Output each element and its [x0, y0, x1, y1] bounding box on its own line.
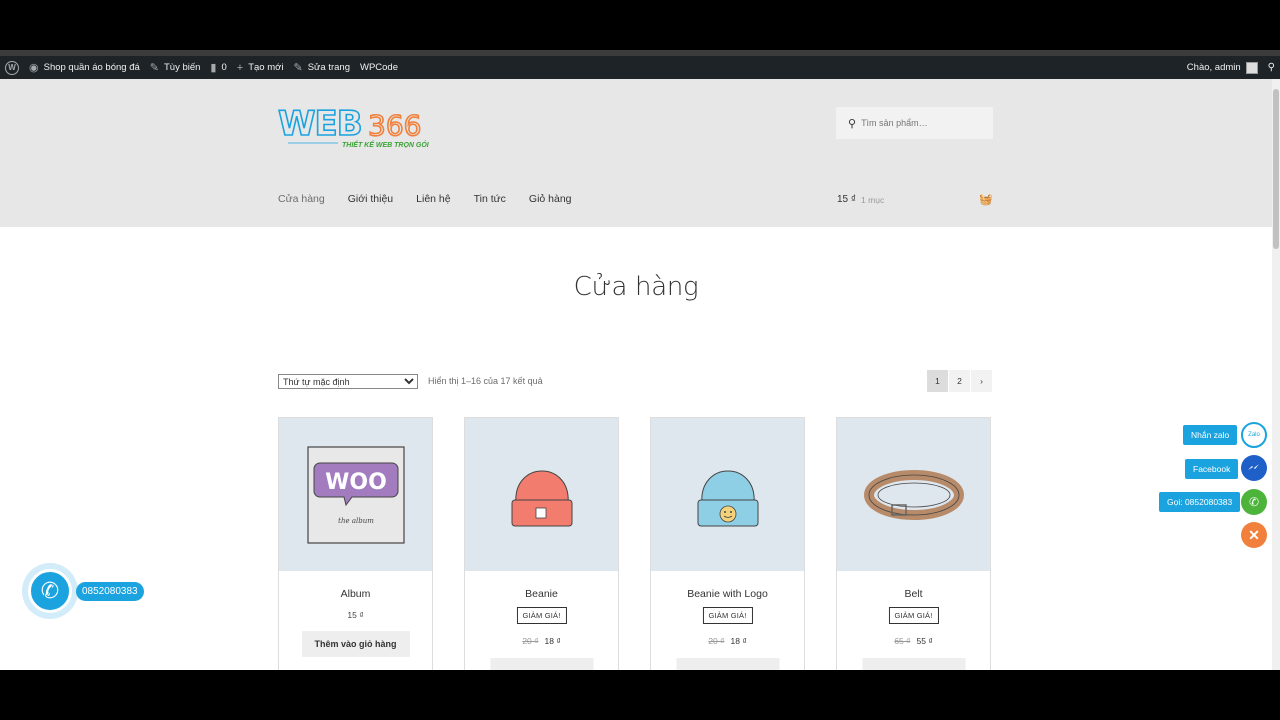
wordpress-icon: W [5, 60, 19, 75]
add-to-cart-button[interactable] [676, 658, 779, 670]
cart-total: 15 ₫ [837, 194, 857, 205]
nav-item-news[interactable]: Tin tức [474, 193, 506, 205]
product-image-album[interactable]: WOO the album [279, 418, 432, 571]
wordpress-logo-button[interactable]: W [0, 56, 24, 79]
product-name[interactable]: Album [279, 588, 432, 600]
admin-bar: W ◉ Shop quần áo bóng đá ✎ Tùy biến ▮ 0 + Tạ… [0, 56, 1280, 79]
zalo-icon[interactable]: Zalo [1241, 422, 1267, 448]
add-to-cart-button[interactable]: Thêm vào giỏ hàng [301, 631, 410, 657]
svg-text:WEB: WEB [278, 104, 362, 144]
nav-item-shop[interactable]: Cửa hàng [278, 193, 325, 205]
call-label[interactable]: Gọi: 0852080383 [1159, 492, 1241, 512]
belt-image [863, 469, 964, 520]
facebook-label[interactable]: Facebook [1185, 459, 1239, 479]
result-count: Hiển thị 1–16 của 17 kết quả [428, 376, 543, 386]
sale-badge: GIẢM GIÁ! [888, 607, 939, 624]
account-menu[interactable]: Chào, admin [1182, 56, 1263, 79]
site-header: WEB 366 THIẾT KẾ WEB TRỌN GÓI ⚲ Cửa hàng… [0, 79, 1272, 227]
browser-viewport: W ◉ Shop quần áo bóng đá ✎ Tùy biến ▮ 0 + Tạ… [0, 50, 1280, 670]
product-image-belt[interactable] [837, 418, 990, 571]
pagination: 1 2 › [927, 370, 992, 392]
scroll-thumb[interactable] [1273, 89, 1279, 249]
admin-search-button[interactable]: ⚲ [1263, 56, 1280, 79]
primary-navigation: Cửa hàng Giới thiệu Liên hệ Tin tức Giỏ … [278, 193, 595, 205]
logo-tagline: THIẾT KẾ WEB TRỌN GÓI [342, 140, 430, 149]
next-page-button[interactable]: › [971, 370, 992, 392]
customize-link[interactable]: ✎ Tùy biến [145, 56, 206, 79]
add-to-cart-button[interactable] [862, 658, 965, 670]
product-search[interactable]: ⚲ [836, 107, 993, 139]
product-card-beanie: Beanie GIẢM GIÁ! 20 ₫ 18 ₫ [464, 417, 619, 670]
add-to-cart-button[interactable] [490, 658, 593, 670]
product-name[interactable]: Beanie with Logo [651, 588, 804, 600]
avatar [1245, 61, 1258, 74]
product-name[interactable]: Beanie [465, 588, 618, 600]
product-card-belt: Belt GIẢM GIÁ! 65 ₫ 55 ₫ [836, 417, 991, 670]
page-title: Cửa hàng [573, 272, 699, 302]
close-icon[interactable]: ✕ [1241, 522, 1267, 548]
page-1[interactable]: 1 [927, 370, 948, 392]
phone-number-badge[interactable]: 0852080383 [76, 582, 144, 601]
pencil-icon: ✎ [293, 62, 303, 74]
comment-icon: ▮ [210, 62, 217, 74]
comments-link[interactable]: ▮ 0 [205, 56, 231, 79]
search-input[interactable] [861, 118, 982, 128]
nav-item-contact[interactable]: Liên hệ [416, 193, 450, 205]
orderby-select[interactable]: Thứ tự mặc định [278, 374, 418, 389]
basket-icon: 🧺 [979, 194, 993, 206]
sale-badge: GIẢM GIÁ! [516, 607, 567, 624]
album-image: WOO the album [306, 445, 405, 544]
product-price: 15 ₫ [347, 610, 364, 620]
beanie-image [511, 470, 572, 526]
page-scrollbar[interactable] [1272, 79, 1280, 670]
product-price: 20 ₫ 18 ₫ [708, 636, 747, 646]
product-image-beanie-with-logo[interactable] [651, 418, 804, 571]
wpcode-link[interactable]: WPCode [355, 56, 403, 79]
messenger-icon[interactable] [1241, 455, 1267, 481]
brush-icon: ✎ [149, 62, 159, 74]
beanie-logo-image [697, 470, 758, 526]
product-price: 20 ₫ 18 ₫ [522, 636, 561, 646]
svg-text:WOO: WOO [325, 470, 387, 495]
edit-page-link[interactable]: ✎ Sửa trang [288, 56, 355, 79]
site-name-link[interactable]: ◉ Shop quần áo bóng đá [24, 56, 145, 79]
product-image-beanie[interactable] [465, 418, 618, 571]
phone-icon[interactable]: ✆ [1241, 489, 1267, 515]
nav-item-about[interactable]: Giới thiệu [348, 193, 393, 205]
product-price: 65 ₫ 55 ₫ [894, 636, 933, 646]
product-card-album: WOO the album Album 15 ₫ Thêm vào giỏ hà… [278, 417, 433, 670]
search-icon: ⚲ [1267, 62, 1275, 73]
phone-icon: ✆ [40, 578, 60, 603]
svg-text:366: 366 [368, 109, 421, 142]
product-name[interactable]: Belt [837, 588, 990, 600]
page-2[interactable]: 2 [949, 370, 970, 392]
svg-text:the album: the album [338, 517, 374, 525]
nav-item-cart[interactable]: Giỏ hàng [529, 193, 572, 205]
plus-icon: + [236, 61, 244, 74]
site-logo[interactable]: WEB 366 THIẾT KẾ WEB TRỌN GÓI [277, 103, 438, 155]
header-cart[interactable]: 15 ₫ 1 mục 🧺 [837, 193, 993, 206]
new-content-link[interactable]: + Tạo mới [232, 56, 289, 79]
zalo-label[interactable]: Nhắn zalo [1183, 425, 1238, 445]
cart-count: 1 mục [861, 194, 885, 205]
dashboard-icon: ◉ [29, 62, 39, 74]
product-card-beanie-with-logo: Beanie with Logo GIẢM GIÁ! 20 ₫ 18 ₫ [650, 417, 805, 670]
call-button[interactable]: ✆ [28, 569, 72, 613]
search-icon: ⚲ [848, 117, 857, 130]
sale-badge: GIẢM GIÁ! [702, 607, 753, 624]
